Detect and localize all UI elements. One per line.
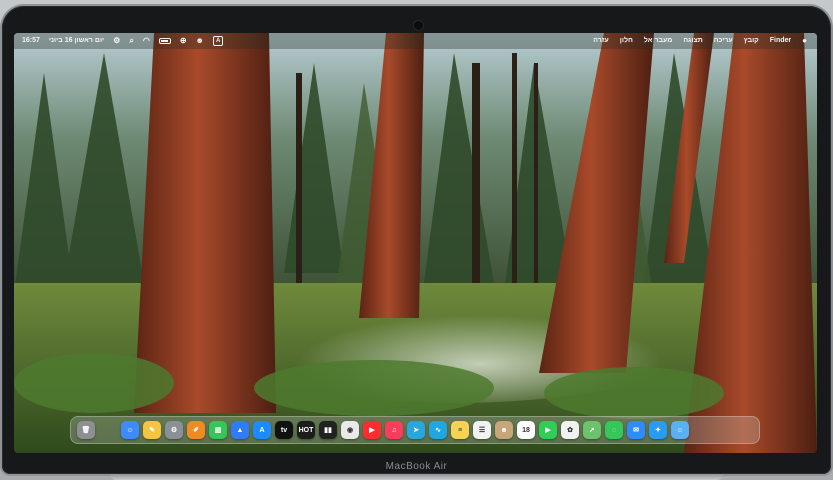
dock-app-mail-icon[interactable]: ✉ [627,421,645,439]
desktop-wallpaper[interactable] [14,33,817,453]
profile-icon[interactable]: ☻ [196,36,204,46]
menu-bar-date[interactable]: יום ראשון 16 ביוני [49,36,104,46]
dock-app-telegram-icon[interactable]: ➤ [407,421,425,439]
dock-app-hot-icon[interactable]: HOT [297,421,315,439]
input-source-icon[interactable]: A [212,36,224,46]
dock-app-apple-tv-icon[interactable]: tv [275,421,293,439]
menu-app-name[interactable]: Finder [770,36,791,46]
dock-app-yes-streaming-icon[interactable]: ▮▮ [319,421,337,439]
dock-app-trash-icon[interactable]: 🗑 [77,421,95,439]
menu-bar-clock[interactable]: 16:57 [22,36,40,46]
search-icon[interactable]: ⌕ [129,36,133,46]
menu-go[interactable]: מעבר אל [644,36,672,46]
dock-app-keynote-icon[interactable]: ▲ [231,421,249,439]
dock-app-pages-icon[interactable]: ✐ [187,421,205,439]
menu-bar-status-area: 16:57 יום ראשון 16 ביוני ⚙ ⌕ ◠ ⊕ ☻ A [22,36,224,46]
menu-edit[interactable]: עריכה [714,36,733,46]
menu-bar: 16:57 יום ראשון 16 ביוני ⚙ ⌕ ◠ ⊕ ☻ A עזר… [14,33,817,49]
menu-file[interactable]: קובץ [744,36,759,46]
dock-app-reminders-icon[interactable]: ☰ [473,421,491,439]
dock-app-youtube-icon[interactable]: ▶ [363,421,381,439]
dock-app-maps-icon[interactable]: ➚ [583,421,601,439]
dock-app-music-icon[interactable]: ♫ [385,421,403,439]
apple-logo-icon[interactable]: ● [802,36,807,46]
dock-app-freeform-icon[interactable]: ∿ [429,421,447,439]
dock-app-finder-icon[interactable]: ☺ [121,421,139,439]
menu-bar-menus: עזרה חלון מעבר אל תצוגה עריכה קובץ Finde… [593,36,807,46]
dock: 🗑 ☺ ✎ ⚙ ✐ ▥ ▲ Atv HOT ▮▮ ◉ ▶ ♫ ➤ ∿ ≡ ☰ ☻ 18 ▶ ✿ ➚ ◌ ✉ ✦ ☺ [70,416,760,444]
dock-app-system-settings-icon[interactable]: ⚙ [165,421,183,439]
dock-app-finder-face-icon[interactable]: ☺ [671,421,689,439]
camera-icon [414,21,423,30]
battery-icon[interactable] [158,38,171,44]
dock-app-contacts-icon[interactable]: ☻ [495,421,513,439]
dock-app-safari-icon[interactable]: ✦ [649,421,667,439]
dock-app-notes-yellow-icon[interactable]: ≡ [451,421,469,439]
menu-help[interactable]: עזרה [593,36,608,46]
dock-app-calendar-icon[interactable]: 18 [517,421,535,439]
laptop: 16:57 יום ראשון 16 ביוני ⚙ ⌕ ◠ ⊕ ☻ A עזר… [0,0,833,480]
dock-app-chrome-icon[interactable]: ◉ [341,421,359,439]
dock-app-numbers-icon[interactable]: ▥ [209,421,227,439]
wifi-icon[interactable]: ◠ [143,36,150,46]
extension-icon[interactable]: ⊕ [180,36,187,46]
dock-app-facetime-icon[interactable]: ▶ [539,421,557,439]
dock-app-notes-icon[interactable]: ✎ [143,421,161,439]
device-brand-label: MacBook Air [385,461,448,472]
dock-app-photos-icon[interactable]: ✿ [561,421,579,439]
control-center-icon[interactable]: ⚙ [113,36,120,46]
menu-window[interactable]: חלון [620,36,633,46]
screen: 16:57 יום ראשון 16 ביוני ⚙ ⌕ ◠ ⊕ ☻ A עזר… [14,33,817,453]
dock-app-app-store-icon[interactable]: A [253,421,271,439]
laptop-hinge [110,474,723,480]
menu-view[interactable]: תצוגה [683,36,702,46]
dock-app-messages-icon[interactable]: ◌ [605,421,623,439]
